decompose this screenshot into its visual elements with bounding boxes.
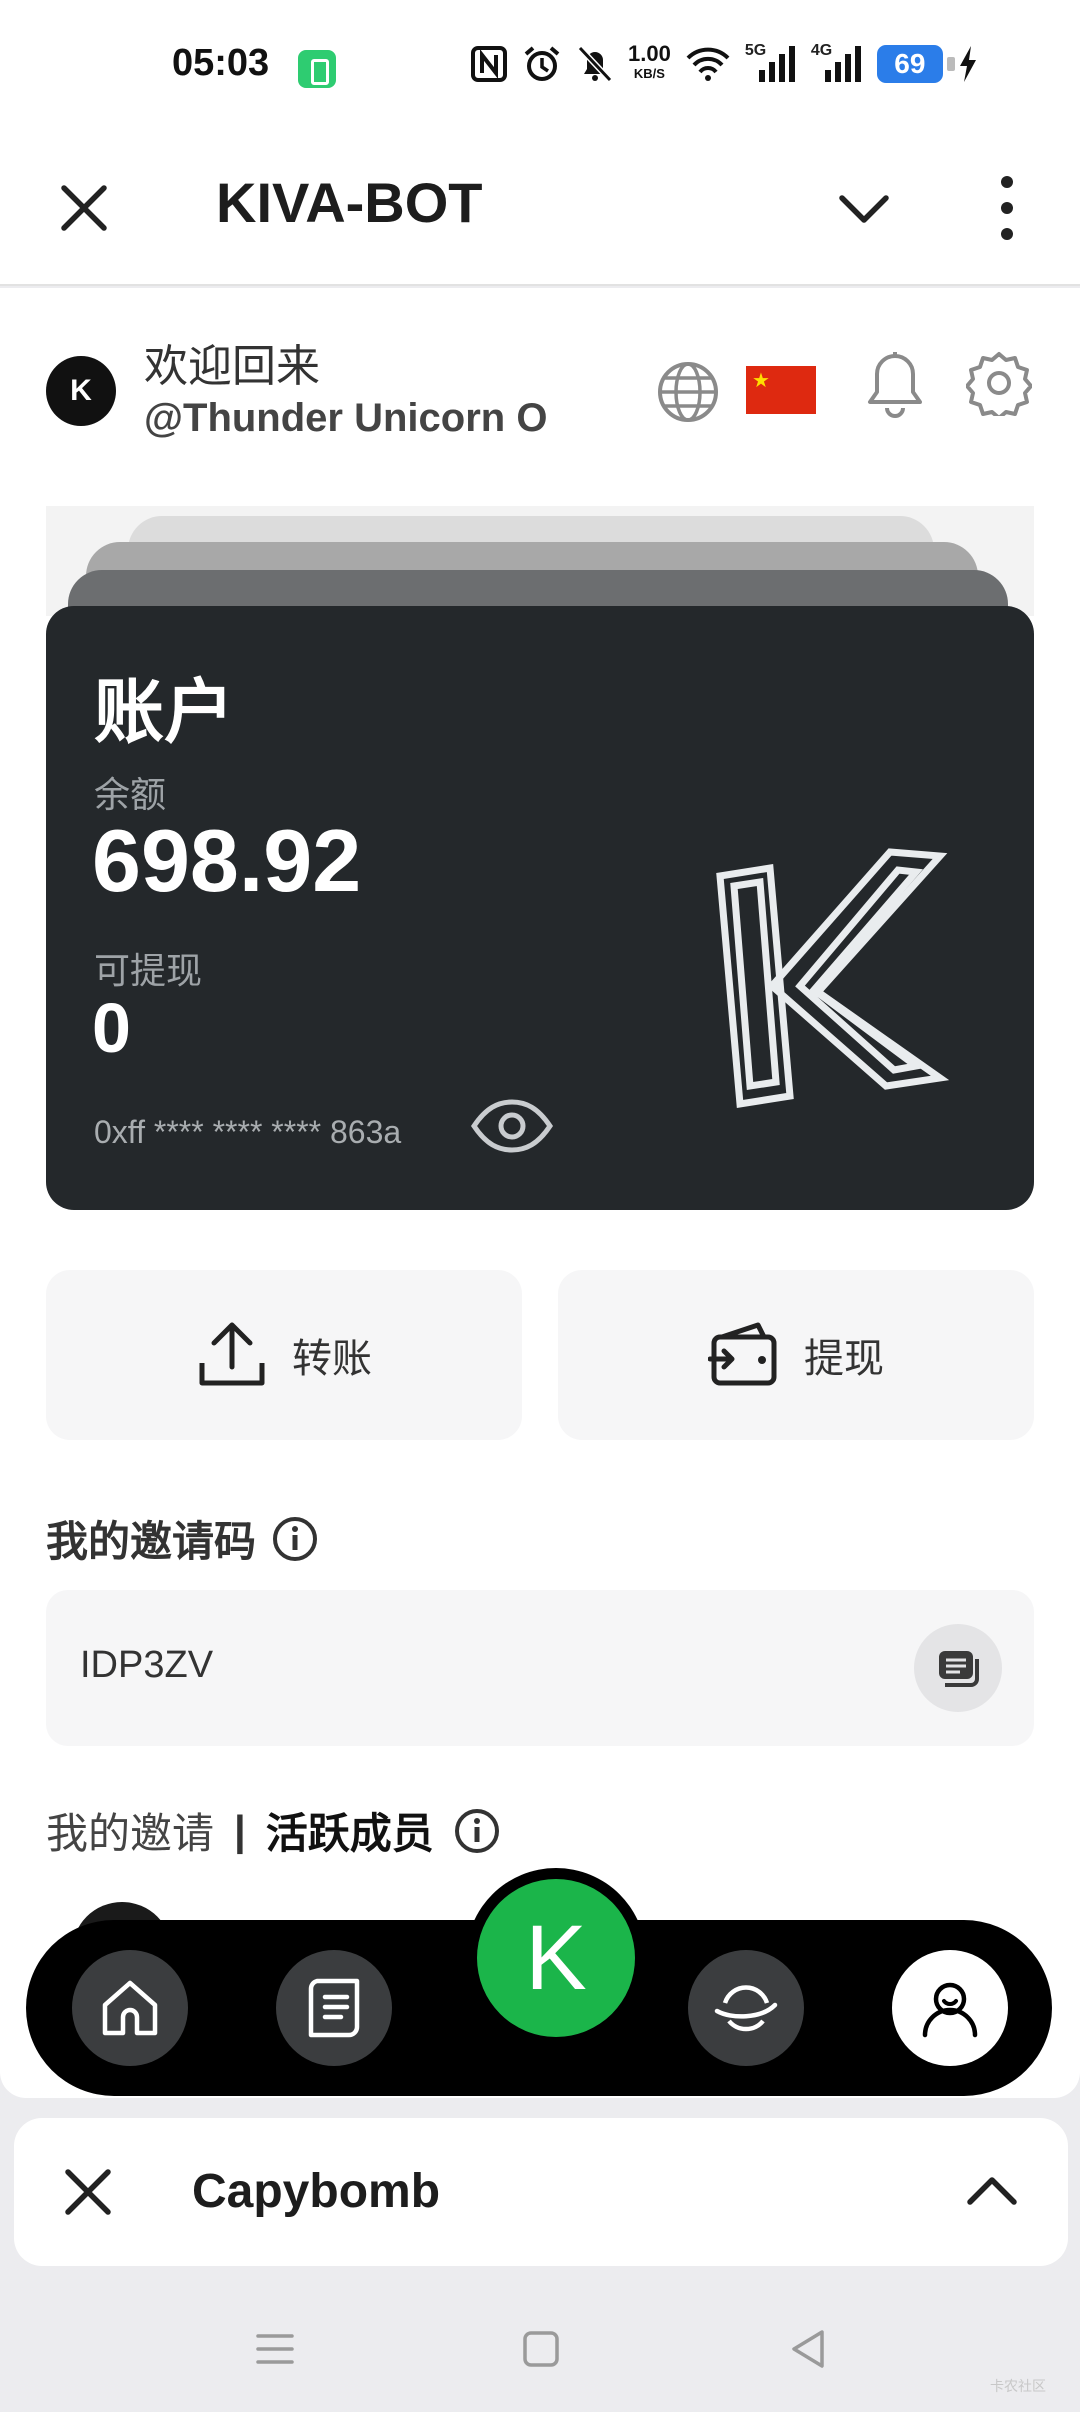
charging-icon [959, 46, 976, 82]
active-members-tab[interactable]: 活跃成员 [266, 1800, 434, 1861]
my-invites-tab[interactable]: 我的邀请 [46, 1800, 214, 1861]
close-icon[interactable] [56, 180, 112, 236]
balance-value: 698.92 [92, 811, 362, 910]
app-bar: KIVA-BOT [0, 140, 1080, 286]
more-vertical-icon[interactable] [990, 174, 1024, 242]
app-title: KIVA-BOT [216, 171, 483, 234]
nav-home-button[interactable] [72, 1950, 188, 2066]
transfer-label: 转账 [292, 1337, 372, 1381]
withdrawable-label: 可提现 [94, 950, 203, 991]
invite-code-section-title: 我的邀请码 [46, 1508, 318, 1569]
tab-separator: | [234, 1806, 246, 1854]
home-square-icon[interactable] [518, 2326, 564, 2372]
watermark: 卡农社区 [990, 2378, 1046, 2394]
mute-bell-icon [577, 45, 613, 83]
mini-app-title: Capybomb [192, 2165, 441, 2218]
profile-icon [922, 1982, 978, 2038]
info-icon[interactable] [272, 1516, 318, 1562]
nfc-icon [471, 46, 507, 82]
planet-icon [714, 1985, 778, 2032]
app-notification-icon [298, 50, 336, 88]
chevron-up-icon[interactable] [964, 2164, 1020, 2220]
flag-star-icon: ★ [752, 370, 770, 392]
signal-5g: 5G [744, 42, 797, 84]
invite-code-value: IDP3ZV [80, 1644, 214, 1686]
nav-profile-button[interactable] [892, 1950, 1008, 2066]
bell-icon[interactable] [864, 350, 926, 418]
status-icons: 1.00 KB/S 5G 4G 69 [470, 41, 979, 84]
card-stack-background [46, 506, 1034, 630]
kiva-logo-icon [716, 848, 950, 1109]
withdraw-button[interactable]: 提现 [558, 1270, 1034, 1440]
signal-4g-label: 4G [810, 42, 833, 59]
home-icon [102, 1980, 158, 2036]
nav-planet-button[interactable] [688, 1950, 804, 2066]
transfer-button[interactable]: 转账 [46, 1270, 522, 1440]
alarm-icon [524, 46, 560, 81]
welcome-text: 欢迎回来 [144, 342, 320, 391]
withdraw-label: 提现 [804, 1337, 884, 1381]
net-speed-value: 1.00 [628, 41, 671, 66]
info-icon[interactable] [454, 1808, 500, 1854]
my-invites-header: 我的邀请 | 活跃成员 [46, 1800, 500, 1861]
back-icon[interactable] [786, 2326, 832, 2372]
gear-icon[interactable] [966, 350, 1032, 416]
system-nav-bar [0, 2290, 1080, 2412]
withdrawable-value: 0 [92, 989, 131, 1067]
nav-document-button[interactable] [276, 1950, 392, 2066]
upload-icon [199, 1322, 265, 1386]
username: @Thunder Unicorn O [144, 396, 548, 440]
wallet-address: 0xff **** **** **** 863a [94, 1114, 402, 1150]
close-icon[interactable] [60, 2164, 116, 2220]
signal-5g-label: 5G [744, 42, 767, 59]
chevron-down-icon[interactable] [836, 180, 892, 236]
net-speed-unit: KB/S [633, 66, 665, 81]
document-icon [308, 1978, 360, 2038]
net-speed: 1.00 KB/S [628, 41, 671, 84]
wifi-icon [686, 47, 730, 81]
invite-code-field: IDP3ZV [46, 1590, 1034, 1746]
account-card[interactable]: 账户 余额 698.92 可提现 0 0xff **** **** **** 8… [46, 606, 1034, 1210]
globe-icon[interactable] [656, 360, 720, 424]
battery-indicator: 69 [876, 45, 955, 83]
account-title: 账户 [94, 673, 234, 751]
kiva-center-icon: K [477, 1879, 635, 2037]
china-flag-icon[interactable]: ★ [746, 366, 816, 414]
status-bar: 05:03 1.00 KB/S 5G 4G 69 [0, 0, 1080, 140]
main-content: K 欢迎回来 @Thunder Unicorn O ★ 账户 余额 698.92… [0, 288, 1080, 2098]
status-time: 05:03 [172, 42, 270, 84]
invite-code-title: 我的邀请码 [46, 1518, 257, 1565]
menu-icon[interactable] [252, 2326, 298, 2372]
wallet-icon [708, 1322, 777, 1386]
signal-4g: 4G [810, 42, 863, 84]
mini-app-bar: Capybomb [14, 2118, 1068, 2266]
avatar[interactable]: K [46, 356, 116, 426]
eye-icon[interactable] [470, 1096, 554, 1156]
copy-icon [939, 1651, 979, 1687]
nav-center-button[interactable]: K [466, 1868, 646, 2048]
copy-button[interactable] [914, 1624, 1002, 1712]
